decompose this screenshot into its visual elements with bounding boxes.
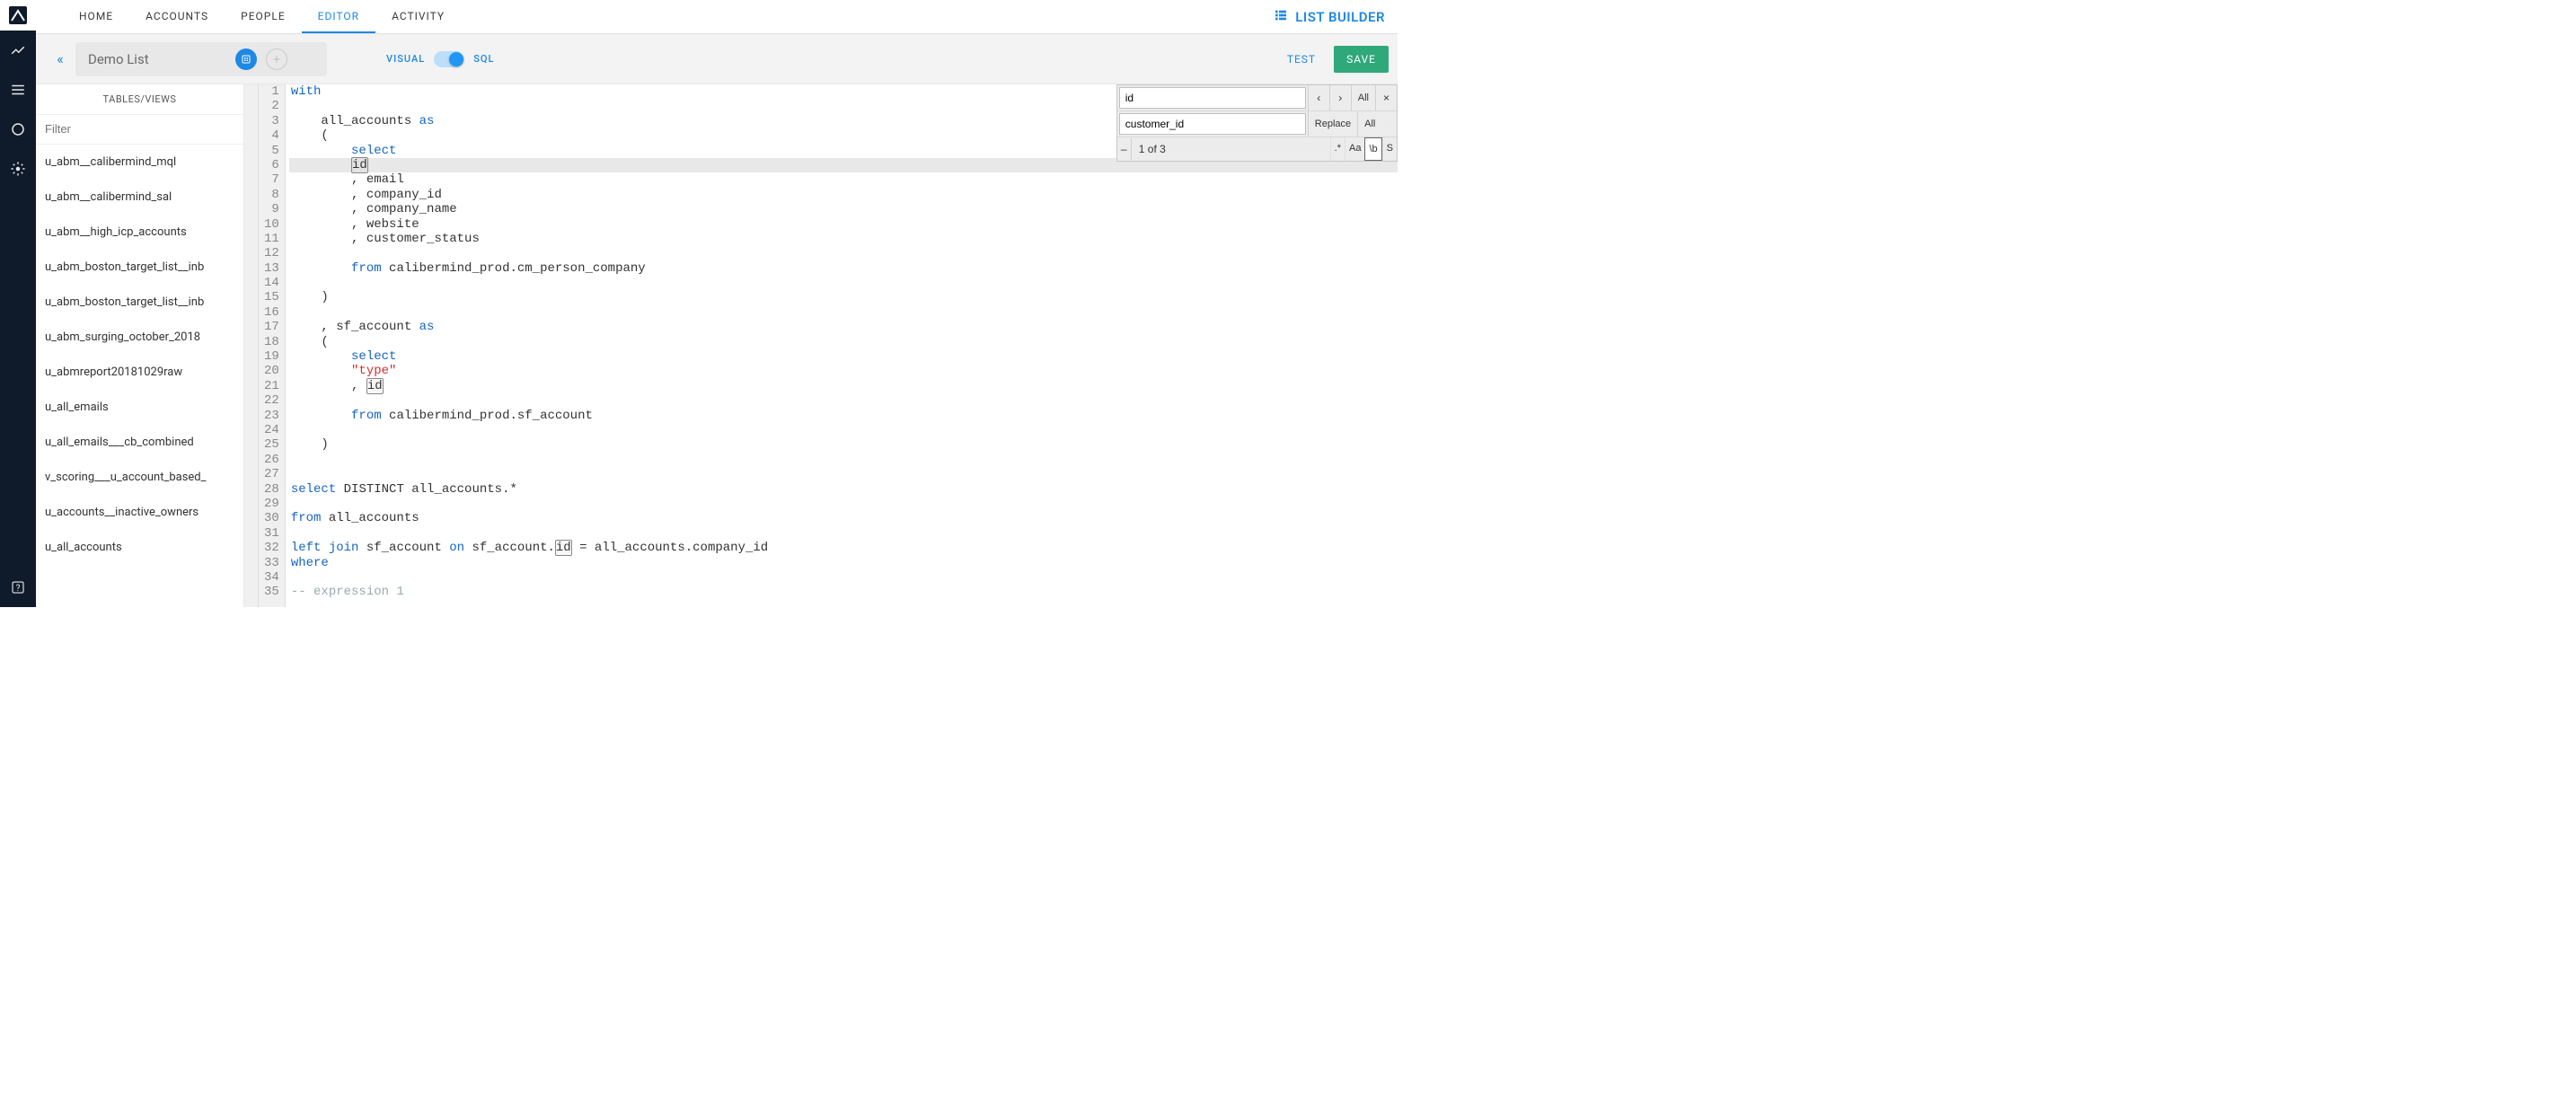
switch-knob: [449, 52, 463, 66]
find-opt-regex[interactable]: .*: [1330, 137, 1345, 161]
list-builder-link[interactable]: LIST BUILDER: [1274, 0, 1385, 33]
find-opt-word[interactable]: \b: [1364, 137, 1381, 161]
rail-settings-icon[interactable]: [0, 149, 36, 189]
find-prev-button[interactable]: ‹: [1308, 85, 1329, 110]
test-button[interactable]: TEST: [1280, 48, 1323, 71]
table-item[interactable]: u_abm_boston_target_list__inb: [36, 285, 243, 320]
rail-help-icon[interactable]: ?: [0, 568, 36, 607]
table-item[interactable]: u_abm_surging_october_2018: [36, 320, 243, 355]
table-item[interactable]: u_all_accounts: [36, 530, 243, 565]
logo-icon: [7, 4, 29, 26]
top-nav: HOMEACCOUNTSPEOPLEEDITORACTIVITY LIST BU…: [36, 0, 1398, 34]
find-all-button[interactable]: All: [1351, 85, 1375, 110]
rail-analytics-icon[interactable]: [0, 31, 36, 70]
compute-icon[interactable]: [235, 48, 257, 70]
svg-text:?: ?: [16, 584, 21, 594]
table-item[interactable]: u_all_emails___cb_combined: [36, 425, 243, 460]
list-icon: [1274, 8, 1288, 26]
list-title: Demo List: [88, 51, 149, 67]
add-icon[interactable]: [266, 48, 287, 70]
tables-filter-wrap: [36, 114, 243, 145]
app-logo[interactable]: [0, 0, 36, 31]
find-opt-case[interactable]: Aa: [1345, 137, 1364, 161]
table-item[interactable]: u_abm__high_icp_accounts: [36, 215, 243, 250]
collapse-sidebar-button[interactable]: «: [49, 50, 72, 67]
mode-switch[interactable]: [434, 51, 464, 67]
find-opt-selection[interactable]: S: [1382, 137, 1397, 161]
table-item[interactable]: u_all_emails: [36, 390, 243, 425]
find-input[interactable]: [1119, 87, 1306, 109]
editor-gutter: 1234567891011121314151617181920212223242…: [259, 84, 286, 607]
save-button[interactable]: SAVE: [1334, 46, 1389, 73]
tables-list: u_abm__calibermind_mqlu_abm__calibermind…: [36, 145, 243, 607]
nav-people[interactable]: PEOPLE: [225, 0, 302, 33]
find-replace-panel: ‹ › All × Replace All – 1 of 3 .: [1116, 84, 1398, 162]
mode-toggle: VISUAL SQL: [386, 51, 494, 67]
tables-panel: TABLES/VIEWS u_abm__calibermind_mqlu_abm…: [36, 84, 244, 607]
find-status: 1 of 3: [1132, 138, 1330, 160]
replace-button[interactable]: Replace: [1308, 111, 1357, 137]
editor-code[interactable]: with all_accounts as ( select id , email…: [286, 84, 1398, 607]
table-item[interactable]: u_abm__calibermind_mql: [36, 145, 243, 180]
find-close-button[interactable]: ×: [1375, 85, 1397, 110]
table-item[interactable]: u_accounts__inactive_owners: [36, 495, 243, 530]
mode-sql-label[interactable]: SQL: [473, 53, 494, 65]
replace-input[interactable]: [1119, 113, 1306, 135]
editor-toolbar: « Demo List VISUAL: [36, 34, 1398, 84]
panel-gutter[interactable]: [244, 84, 259, 607]
rail-list-icon[interactable]: [0, 70, 36, 110]
nav-editor[interactable]: EDITOR: [302, 0, 375, 33]
tables-filter-input[interactable]: [45, 122, 234, 136]
nav-accounts[interactable]: ACCOUNTS: [129, 0, 225, 33]
find-toggle-button[interactable]: –: [1117, 138, 1132, 160]
nav-home[interactable]: HOME: [63, 0, 129, 33]
mode-visual-label[interactable]: VISUAL: [386, 53, 425, 65]
table-item[interactable]: u_abm_boston_target_list__inb: [36, 250, 243, 285]
replace-all-button[interactable]: All: [1357, 111, 1381, 137]
list-title-field[interactable]: Demo List: [75, 42, 327, 76]
nav-activity[interactable]: ACTIVITY: [375, 0, 461, 33]
table-item[interactable]: u_abm__calibermind_sal: [36, 180, 243, 215]
table-item[interactable]: u_abmreport20181029raw: [36, 355, 243, 390]
list-builder-label: LIST BUILDER: [1295, 9, 1385, 25]
table-item[interactable]: v_scoring___u_account_based_: [36, 460, 243, 495]
rail-circle-icon[interactable]: [0, 110, 36, 149]
sql-editor[interactable]: 1234567891011121314151617181920212223242…: [259, 84, 1398, 607]
tables-header: TABLES/VIEWS: [36, 84, 243, 114]
left-rail: ?: [0, 0, 36, 607]
find-next-button[interactable]: ›: [1329, 85, 1351, 110]
